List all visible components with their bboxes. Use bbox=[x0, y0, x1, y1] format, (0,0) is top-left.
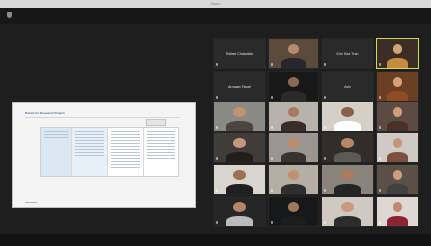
meeting-info[interactable] bbox=[7, 11, 15, 19]
participant-video-tile[interactable] bbox=[376, 38, 419, 69]
mic-icon bbox=[216, 126, 218, 129]
participant-head bbox=[287, 202, 300, 213]
mic-icon bbox=[271, 157, 273, 160]
participant-body bbox=[280, 121, 307, 131]
participant-head bbox=[341, 107, 354, 118]
meeting-header bbox=[0, 8, 431, 24]
participant-body bbox=[226, 216, 253, 226]
participant-video-tile[interactable] bbox=[213, 132, 266, 163]
participant-video-tile[interactable] bbox=[376, 196, 419, 227]
participant-head bbox=[392, 77, 403, 88]
participant-video-tile[interactable] bbox=[213, 101, 266, 132]
participant-name: Kim Hoa Tran bbox=[336, 51, 359, 56]
participant-body bbox=[280, 152, 307, 162]
participant-body bbox=[386, 216, 409, 226]
mic-icon bbox=[271, 221, 273, 224]
participant-name-tile[interactable]: Armaan Tiwari bbox=[213, 71, 266, 102]
participant-name: Aviv bbox=[344, 84, 351, 89]
participant-head bbox=[287, 107, 300, 118]
participant-head bbox=[287, 138, 300, 149]
participant-head bbox=[287, 44, 300, 55]
participant-video-tile[interactable] bbox=[268, 38, 319, 69]
participant-body bbox=[226, 152, 253, 162]
mic-icon bbox=[216, 157, 218, 160]
participant-video-tile[interactable] bbox=[268, 71, 319, 102]
mic-icon bbox=[216, 189, 218, 192]
participant-head bbox=[392, 107, 403, 118]
participant-video-tile[interactable] bbox=[268, 196, 319, 227]
participant-body bbox=[334, 184, 361, 194]
mic-icon bbox=[271, 189, 273, 192]
participant-gallery: Rafael Chatzakis Kim Hoa Tran Armaan Tiwar… bbox=[0, 24, 431, 234]
participant-name: Rafael Chatzakis bbox=[225, 51, 254, 56]
participant-video-tile[interactable] bbox=[213, 164, 266, 195]
participant-name-tile[interactable]: Kim Hoa Tran bbox=[321, 38, 374, 69]
participant-body bbox=[334, 121, 361, 131]
mic-icon bbox=[379, 96, 381, 99]
participant-video-tile[interactable] bbox=[213, 196, 266, 227]
participant-body bbox=[226, 184, 253, 194]
meeting-stage: Rubric for Research Project Rafael Chatz… bbox=[0, 24, 431, 234]
participant-head bbox=[392, 138, 403, 149]
participant-body bbox=[280, 184, 307, 194]
participant-head bbox=[341, 170, 354, 181]
mic-icon bbox=[271, 126, 273, 129]
participant-head bbox=[392, 202, 403, 213]
mic-icon bbox=[324, 157, 326, 160]
participant-body bbox=[280, 58, 307, 68]
participant-head bbox=[233, 170, 246, 181]
participant-video-tile[interactable] bbox=[321, 132, 374, 163]
mic-icon bbox=[324, 126, 326, 129]
participant-head bbox=[233, 138, 246, 149]
participant-body bbox=[386, 121, 409, 131]
participant-video-tile[interactable] bbox=[376, 164, 419, 195]
participant-name-tile[interactable]: Rafael Chatzakis bbox=[213, 38, 266, 69]
participant-video-tile[interactable] bbox=[321, 101, 374, 132]
participant-body bbox=[386, 184, 409, 194]
participant-video-tile[interactable] bbox=[321, 164, 374, 195]
mic-icon bbox=[379, 157, 381, 160]
participant-video-tile[interactable] bbox=[321, 196, 374, 227]
mic-icon bbox=[216, 96, 218, 99]
participant-video-tile[interactable] bbox=[376, 132, 419, 163]
participant-head bbox=[287, 77, 300, 88]
mic-icon bbox=[324, 189, 326, 192]
participant-video-tile[interactable] bbox=[268, 101, 319, 132]
participant-body bbox=[334, 152, 361, 162]
participant-name-tile[interactable]: Aviv bbox=[321, 71, 374, 102]
participant-head bbox=[341, 138, 354, 149]
meeting-toolbar bbox=[0, 234, 431, 246]
mic-icon bbox=[324, 96, 326, 99]
participant-name: Armaan Tiwari bbox=[228, 84, 251, 89]
mic-icon bbox=[324, 63, 326, 66]
participant-head bbox=[287, 170, 300, 181]
participant-head bbox=[233, 202, 246, 213]
participant-video-tile[interactable] bbox=[376, 71, 419, 102]
mic-icon bbox=[379, 63, 381, 66]
participant-head bbox=[392, 170, 403, 181]
mic-icon bbox=[379, 221, 381, 224]
participant-video-tile[interactable] bbox=[268, 132, 319, 163]
mic-icon bbox=[216, 63, 218, 66]
shield-icon[interactable] bbox=[7, 12, 12, 18]
mic-icon bbox=[324, 221, 326, 224]
mic-icon bbox=[379, 189, 381, 192]
participant-body bbox=[386, 152, 409, 162]
mic-icon bbox=[271, 63, 273, 66]
participant-body bbox=[280, 216, 307, 226]
participant-head bbox=[341, 202, 354, 213]
participant-body bbox=[386, 58, 409, 68]
mic-icon bbox=[379, 126, 381, 129]
participant-body bbox=[226, 121, 253, 131]
participant-video-tile[interactable] bbox=[268, 164, 319, 195]
participant-video-tile[interactable] bbox=[376, 101, 419, 132]
mic-icon bbox=[216, 221, 218, 224]
participant-head bbox=[233, 107, 246, 118]
window-title-bar: Zoom bbox=[0, 0, 431, 8]
window-title: Zoom bbox=[210, 1, 221, 6]
participant-body bbox=[334, 216, 361, 226]
mic-icon bbox=[271, 96, 273, 99]
participant-head bbox=[392, 44, 403, 55]
